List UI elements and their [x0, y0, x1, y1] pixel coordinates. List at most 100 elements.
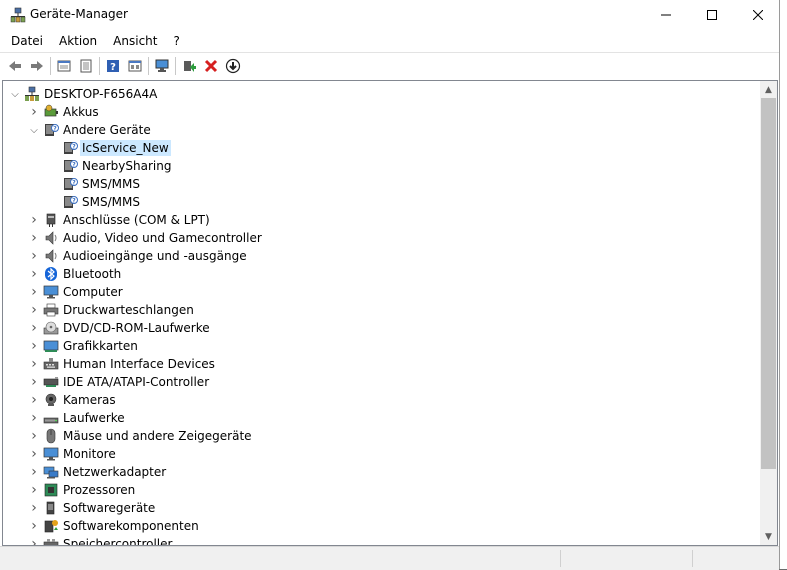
- tree-item[interactable]: › Human Interface Devices: [3, 355, 760, 373]
- scroll-down-button[interactable]: ▼: [760, 528, 777, 545]
- maximize-button[interactable]: [689, 0, 735, 30]
- uninstall-button[interactable]: [200, 55, 222, 77]
- tree-item[interactable]: › Softwaregeräte: [3, 499, 760, 517]
- chevron-right-icon[interactable]: ›: [29, 248, 39, 264]
- chevron-down-icon[interactable]: ⌵: [29, 124, 39, 136]
- tree-item-label: IDE ATA/ATAPI-Controller: [63, 375, 210, 389]
- tree-item[interactable]: › IDE ATA/ATAPI-Controller: [3, 373, 760, 391]
- tree-item[interactable]: › Druckwarteschlangen: [3, 301, 760, 319]
- tree-item[interactable]: › Softwarekomponenten: [3, 517, 760, 535]
- scroll-thumb[interactable]: [761, 98, 776, 469]
- tree-item-label: Computer: [63, 285, 123, 299]
- window-title: Geräte-Manager: [30, 7, 128, 21]
- chevron-right-icon[interactable]: ›: [29, 356, 39, 372]
- chevron-right-icon[interactable]: ›: [29, 212, 39, 228]
- tree-item[interactable]: ⌵ DESKTOP-F656A4A: [3, 85, 760, 103]
- chevron-right-icon[interactable]: ›: [29, 518, 39, 534]
- tree-item[interactable]: › Grafikkarten: [3, 337, 760, 355]
- chevron-right-icon[interactable]: ›: [29, 536, 39, 545]
- tree-item-label: SMS/MMS: [82, 177, 140, 191]
- toolbar-separator: [50, 57, 51, 75]
- properties-button[interactable]: [53, 55, 75, 77]
- view-button[interactable]: [124, 55, 146, 77]
- back-button[interactable]: [4, 55, 26, 77]
- tree-item[interactable]: ? IcService_New: [3, 139, 760, 157]
- menu-ansicht[interactable]: Ansicht: [105, 31, 165, 51]
- chevron-right-icon[interactable]: ›: [29, 482, 39, 498]
- tree-item[interactable]: › Computer: [3, 283, 760, 301]
- scroll-up-button[interactable]: ▲: [760, 81, 777, 98]
- menu-aktion[interactable]: Aktion: [51, 31, 105, 51]
- chevron-right-icon[interactable]: ›: [29, 266, 39, 282]
- camera-icon: [45, 393, 57, 406]
- tree-item[interactable]: › Netzwerkadapter: [3, 463, 760, 481]
- tree-item[interactable]: › Audio, Video und Gamecontroller: [3, 229, 760, 247]
- chevron-down-icon[interactable]: ⌵: [10, 88, 20, 100]
- tree-item[interactable]: › Mäuse und andere Zeigegeräte: [3, 427, 760, 445]
- tree-item[interactable]: › DVD/CD-ROM-Laufwerke: [3, 319, 760, 337]
- chevron-up-icon: ▲: [765, 84, 772, 95]
- forward-icon: [31, 61, 43, 71]
- battery-icon: [44, 104, 58, 117]
- tree-item[interactable]: ? SMS/MMS: [3, 175, 760, 193]
- display-adapter-icon: [43, 340, 59, 352]
- svg-text:?: ?: [53, 126, 57, 133]
- tree-item[interactable]: › Prozessoren: [3, 481, 760, 499]
- forward-button[interactable]: [26, 55, 48, 77]
- maximize-icon: [707, 10, 717, 20]
- storage-icon: [43, 539, 59, 545]
- tree-item-label: Audioeingänge und -ausgänge: [63, 249, 247, 263]
- tree-item[interactable]: › Kameras: [3, 391, 760, 409]
- chevron-right-icon[interactable]: ›: [29, 284, 39, 300]
- tree-item[interactable]: ⌵? Andere Geräte: [3, 121, 760, 139]
- tree-item-label: Human Interface Devices: [63, 357, 215, 371]
- close-icon: [753, 10, 763, 20]
- vertical-scrollbar[interactable]: ▲ ▼: [760, 81, 777, 545]
- chevron-right-icon[interactable]: ›: [29, 374, 39, 390]
- chevron-right-icon[interactable]: ›: [29, 338, 39, 354]
- menu-help[interactable]: ?: [165, 31, 187, 51]
- tree-item[interactable]: › Audioeingänge und -ausgänge: [3, 247, 760, 265]
- menu-datei[interactable]: Datei: [0, 31, 51, 51]
- disc-icon: [43, 321, 59, 335]
- update-driver-icon: [184, 61, 196, 72]
- tree-item[interactable]: › Akkus: [3, 103, 760, 121]
- tree-item-label: Netzwerkadapter: [63, 465, 167, 479]
- minimize-button[interactable]: [643, 0, 689, 30]
- speaker-icon: [45, 231, 57, 245]
- close-button[interactable]: [735, 0, 781, 30]
- chevron-right-icon[interactable]: ›: [29, 410, 39, 426]
- tree-item[interactable]: › Anschlüsse (COM & LPT): [3, 211, 760, 229]
- tree-item[interactable]: › Speichercontroller: [3, 535, 760, 546]
- chevron-right-icon[interactable]: ›: [29, 446, 39, 462]
- tree-item[interactable]: › Laufwerke: [3, 409, 760, 427]
- tree-item-label: NearbySharing: [82, 159, 172, 173]
- tree-item[interactable]: ? SMS/MMS: [3, 193, 760, 211]
- tree-item-label: Grafikkarten: [63, 339, 138, 353]
- software-component-icon: [44, 520, 58, 533]
- tree-item-label: Prozessoren: [63, 483, 136, 497]
- chevron-right-icon[interactable]: ›: [29, 500, 39, 516]
- chevron-right-icon[interactable]: ›: [29, 320, 39, 336]
- help-button[interactable]: ?: [102, 55, 124, 77]
- unknown-icon: ?: [45, 124, 59, 136]
- tree-item[interactable]: › Monitore: [3, 445, 760, 463]
- tree-item[interactable]: › Bluetooth: [3, 265, 760, 283]
- tree-item-label: Druckwarteschlangen: [63, 303, 194, 317]
- chevron-right-icon[interactable]: ›: [29, 302, 39, 318]
- disable-button[interactable]: [222, 55, 244, 77]
- bluetooth-icon: [45, 267, 57, 281]
- chevron-right-icon[interactable]: ›: [29, 392, 39, 408]
- chevron-right-icon[interactable]: ›: [29, 464, 39, 480]
- device-manager-window: Geräte-Manager Datei Aktion Ansicht ? ? …: [0, 0, 781, 570]
- chevron-right-icon[interactable]: ›: [29, 428, 39, 444]
- tree-item-label: Speichercontroller: [63, 537, 173, 546]
- details-icon: [80, 59, 92, 73]
- unknown-icon: ?: [64, 196, 78, 208]
- tree-item[interactable]: ? NearbySharing: [3, 157, 760, 175]
- details-button[interactable]: [75, 55, 97, 77]
- scan-hardware-button[interactable]: [151, 55, 173, 77]
- chevron-right-icon[interactable]: ›: [29, 230, 39, 246]
- update-driver-button[interactable]: [178, 55, 200, 77]
- chevron-right-icon[interactable]: ›: [29, 104, 39, 120]
